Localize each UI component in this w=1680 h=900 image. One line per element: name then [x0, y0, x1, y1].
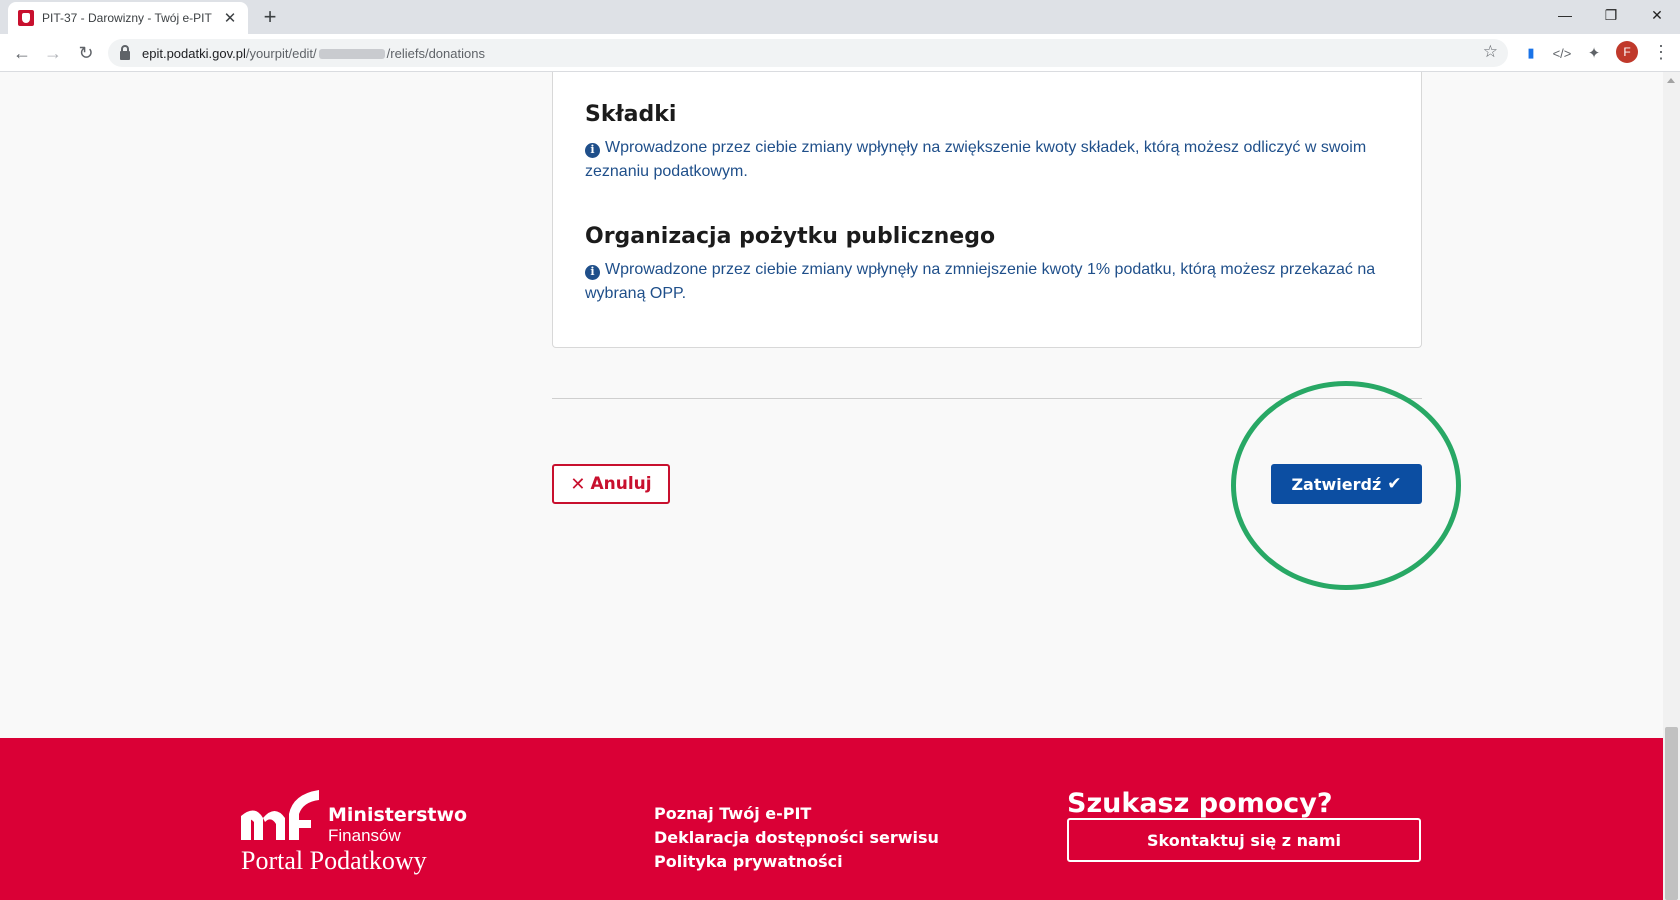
scroll-up-icon[interactable]: [1667, 78, 1675, 83]
contact-button[interactable]: Skontaktuj się z nami: [1067, 818, 1421, 862]
section-title-opp: Organizacja pożytku publicznego: [585, 224, 996, 249]
changes-summary-card: Składki i Wprowadzone przez ciebie zmiany…: [552, 72, 1422, 348]
url-text: epit.podatki.gov.pl/yourpit/edit//relief…: [142, 45, 485, 61]
close-window-icon[interactable]: ✕: [1634, 0, 1680, 30]
portal-name: Portal Podatkowy: [241, 846, 427, 875]
checkmark-icon: ✔: [1387, 474, 1402, 494]
footer-link-privacy[interactable]: Polityka prywatności: [654, 850, 939, 874]
footer-links: Poznaj Twój e-PIT Deklaracja dostępności…: [654, 802, 939, 874]
page-scrollbar[interactable]: [1663, 72, 1680, 900]
close-icon: ✕: [570, 473, 586, 495]
info-message-skladki: i Wprowadzone przez ciebie zmiany wpłynęł…: [585, 139, 1367, 180]
puzzle-icon[interactable]: ✦: [1584, 43, 1604, 63]
bookmark-star-icon[interactable]: ☆: [1483, 42, 1498, 62]
browser-tab-bar: PIT-37 - Darowizny - Twój e-PIT ✕ + — ❐ …: [0, 0, 1680, 34]
browser-tab[interactable]: PIT-37 - Darowizny - Twój e-PIT ✕: [8, 2, 248, 34]
browser-toolbar: ← → ↻ epit.podatki.gov.pl/yourpit/edit//…: [0, 34, 1680, 72]
address-bar[interactable]: epit.podatki.gov.pl/yourpit/edit//relief…: [108, 39, 1508, 67]
section-title-skladki: Składki: [585, 102, 677, 127]
forward-icon[interactable]: →: [41, 41, 65, 65]
lock-icon: [120, 44, 130, 60]
site-footer: Ministerstwo Finansów Portal Podatkowy P…: [0, 738, 1663, 900]
restore-icon[interactable]: ❐: [1588, 0, 1634, 30]
new-tab-icon[interactable]: +: [258, 4, 282, 30]
ministry-subtitle: Finansów: [328, 826, 401, 845]
cancel-button[interactable]: ✕ Anuluj: [552, 464, 670, 504]
minimize-icon[interactable]: —: [1542, 0, 1588, 30]
scrollbar-thumb[interactable]: [1665, 727, 1678, 900]
ministry-name: Ministerstwo: [328, 804, 468, 826]
divider: [552, 398, 1422, 399]
tab-title: PIT-37 - Darowizny - Twój e-PIT: [42, 11, 212, 25]
emblem-icon: [18, 10, 34, 26]
footer-link-accessibility[interactable]: Deklaracja dostępności serwisu: [654, 826, 939, 850]
back-icon[interactable]: ←: [10, 41, 34, 65]
footer-link-poznaj-epit[interactable]: Poznaj Twój e-PIT: [654, 802, 939, 826]
confirm-button[interactable]: Zatwierdź ✔: [1271, 464, 1422, 504]
redacted-id: [318, 49, 385, 60]
info-icon: i: [585, 264, 600, 280]
profile-avatar[interactable]: F: [1616, 41, 1638, 63]
ministry-logo-icon: [241, 790, 319, 840]
info-message-opp: i Wprowadzone przez ciebie zmiany wpłynęł…: [585, 261, 1376, 302]
help-title: Szukasz pomocy?: [1067, 788, 1333, 819]
reload-icon[interactable]: ↻: [74, 41, 98, 65]
extension-icon[interactable]: ▮: [1521, 43, 1541, 63]
close-tab-icon[interactable]: ✕: [222, 9, 238, 27]
info-icon: i: [585, 142, 600, 158]
devtools-extension-icon[interactable]: </>: [1552, 43, 1572, 63]
menu-kebab-icon[interactable]: ⋮: [1652, 40, 1670, 64]
